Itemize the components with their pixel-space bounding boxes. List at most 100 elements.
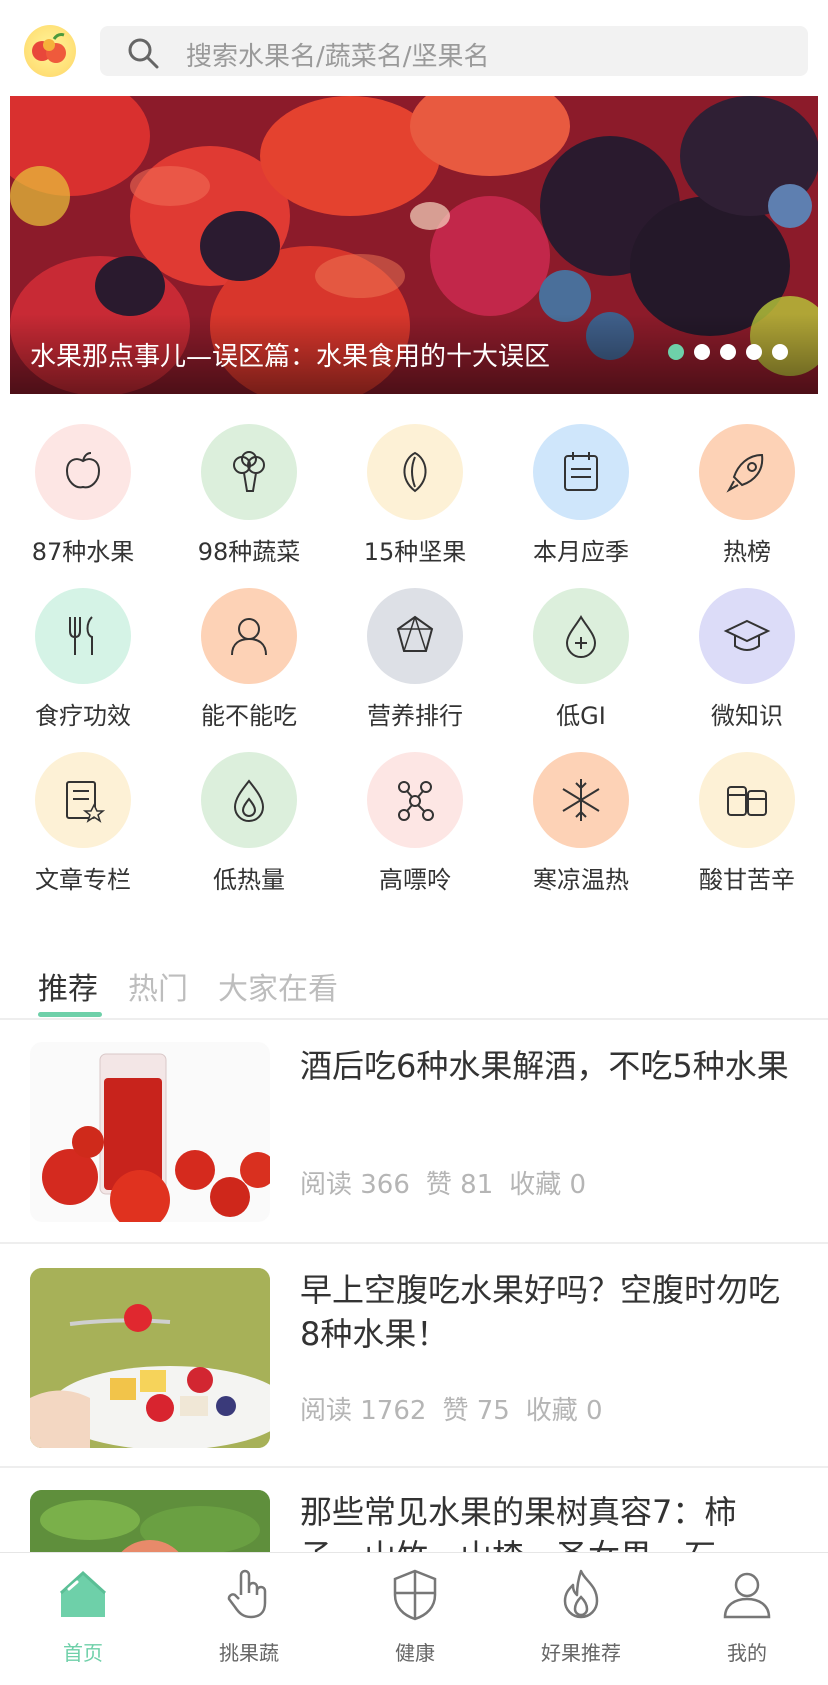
category-icon-bg [699, 752, 795, 848]
category-low-calorie[interactable]: 低热量 [166, 742, 332, 894]
article-title: 酒后吃6种水果解酒，不吃5种水果 [300, 1047, 789, 1085]
category-label: 食疗功效 [35, 702, 131, 730]
banner-caption[interactable]: 水果那点事儿—误区篇：水果食用的十大误区 [30, 336, 550, 373]
category-icon-bg [533, 752, 629, 848]
network-icon [396, 615, 434, 652]
fruit-salad-illustration [30, 1268, 270, 1448]
article-meta: 阅读 366 赞 81 收藏 0 [300, 1164, 602, 1201]
tab-recommended[interactable]: 推荐 [38, 964, 98, 1008]
category-label: 低热量 [213, 866, 285, 894]
search-icon [128, 38, 159, 69]
category-label: 低GI [556, 702, 606, 730]
category-icon-bg [35, 752, 131, 848]
category-icon-bg [533, 588, 629, 684]
banner-carousel[interactable]: 水果那点事儿—误区篇：水果食用的十大误区 [10, 96, 818, 394]
category-icon-bg [201, 588, 297, 684]
article-favorites: 收藏 0 [509, 1170, 587, 1200]
category-icon-bg [201, 752, 297, 848]
apple-icon [65, 452, 101, 489]
bottom-tab-bar: 首页 挑果蔬 健康 好果推荐 我的 [0, 1552, 828, 1685]
hand-pointer-icon [227, 1569, 267, 1619]
category-low-gi[interactable]: 低GI [498, 578, 664, 730]
category-label: 营养排行 [367, 702, 463, 730]
category-icon-bg [367, 588, 463, 684]
article-meta: 阅读 1762 赞 75 收藏 0 [300, 1390, 619, 1427]
search-bar[interactable]: 搜索水果名/蔬菜名/坚果名 [100, 26, 808, 76]
person-icon [231, 618, 267, 656]
category-icon-bg [35, 588, 131, 684]
category-cold-warm[interactable]: 寒凉温热 [498, 742, 664, 894]
category-icon-bg [533, 424, 629, 520]
flame-icon [563, 1569, 599, 1619]
category-articles[interactable]: 文章专栏 [0, 742, 166, 894]
shield-icon [393, 1569, 437, 1621]
user-icon [723, 1572, 771, 1619]
graduation-cap-icon [723, 619, 771, 651]
article-star-icon [66, 781, 106, 823]
category-high-purine[interactable]: 高嘌呤 [332, 742, 498, 894]
drop-plus-icon [565, 615, 597, 658]
jars-icon [727, 786, 767, 816]
category-fruits[interactable]: 87种水果 [0, 414, 166, 566]
rocket-icon [726, 453, 764, 493]
nav-label: 挑果蔬 [219, 1641, 279, 1665]
nav-pick-produce[interactable]: 挑果蔬 [166, 1553, 332, 1685]
tab-popular[interactable]: 热门 [128, 964, 188, 1008]
home-icon [59, 1570, 107, 1617]
article-likes: 赞 75 [442, 1396, 510, 1426]
category-label: 15种坚果 [363, 538, 467, 566]
category-vegetables[interactable]: 98种蔬菜 [166, 414, 332, 566]
article-reads: 阅读 366 [300, 1170, 410, 1200]
snowflake-icon [562, 779, 600, 821]
top-bar: 搜索水果名/蔬菜名/坚果名 [0, 0, 828, 96]
carousel-dot-4[interactable] [746, 344, 762, 360]
fruit-logo-icon [32, 33, 66, 63]
nav-label: 好果推荐 [541, 1641, 621, 1665]
category-flavors[interactable]: 酸甘苦辛 [664, 742, 828, 894]
category-can-eat[interactable]: 能不能吃 [166, 578, 332, 730]
category-label: 寒凉温热 [533, 866, 629, 894]
article-likes: 赞 81 [425, 1170, 494, 1200]
nav-profile[interactable]: 我的 [664, 1553, 828, 1685]
utensils-icon [69, 616, 93, 655]
category-icon-bg [367, 752, 463, 848]
category-icon-bg [367, 424, 463, 520]
tab-everyone-watching[interactable]: 大家在看 [218, 964, 338, 1008]
article-favorites: 收藏 0 [525, 1396, 603, 1426]
article-item[interactable]: 酒后吃6种水果解酒，不吃5种水果 阅读 366 赞 81 收藏 0 [0, 1020, 828, 1244]
category-hot-list[interactable]: 热榜 [664, 414, 828, 566]
nav-health[interactable]: 健康 [332, 1553, 498, 1685]
nav-label: 我的 [727, 1641, 767, 1665]
category-label: 文章专栏 [35, 866, 131, 894]
category-food-therapy[interactable]: 食疗功效 [0, 578, 166, 730]
category-label: 热榜 [723, 538, 771, 566]
carousel-dot-2[interactable] [694, 344, 710, 360]
carousel-dot-1[interactable] [668, 344, 684, 360]
category-label: 酸甘苦辛 [699, 866, 795, 894]
nav-home[interactable]: 首页 [0, 1553, 166, 1685]
broccoli-icon [233, 451, 265, 492]
tomato-juice-image [30, 1042, 270, 1222]
category-label: 能不能吃 [201, 702, 297, 730]
carousel-dot-5[interactable] [772, 344, 788, 360]
category-icon-bg [201, 424, 297, 520]
category-nuts[interactable]: 15种坚果 [332, 414, 498, 566]
content-tabs: 推荐 热门 大家在看 [0, 956, 828, 1020]
category-nutrition-ranking[interactable]: 营养排行 [332, 578, 498, 730]
carousel-dot-3[interactable] [720, 344, 736, 360]
search-placeholder: 搜索水果名/蔬菜名/坚果名 [186, 42, 490, 72]
category-label: 高嘌呤 [379, 866, 451, 894]
category-icon-bg [699, 588, 795, 684]
nav-recommended-fruits[interactable]: 好果推荐 [498, 1553, 664, 1685]
article-title: 早上空腹吃水果好吗？空腹时勿吃8种水果！ [300, 1271, 781, 1353]
fruit-salad-image [30, 1268, 270, 1448]
nut-icon [403, 451, 427, 493]
carousel-dots [668, 344, 788, 364]
category-label: 87种水果 [31, 538, 135, 566]
category-label: 本月应季 [533, 538, 629, 566]
article-item[interactable]: 早上空腹吃水果好吗？空腹时勿吃8种水果！ 阅读 1762 赞 75 收藏 0 [0, 1244, 828, 1468]
calendar-icon [564, 452, 598, 491]
app-logo[interactable] [24, 25, 76, 77]
category-in-season[interactable]: 本月应季 [498, 414, 664, 566]
category-micro-knowledge[interactable]: 微知识 [664, 578, 828, 730]
